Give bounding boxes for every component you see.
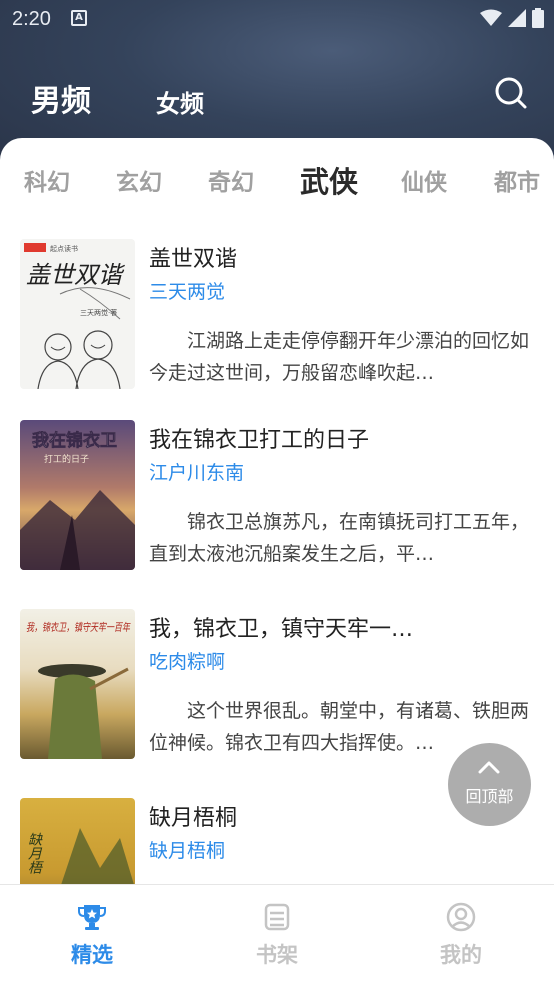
cover-subtitle: 打工的日子: [44, 453, 89, 465]
cover-title-text: 盖世双谐: [26, 261, 126, 289]
book-cover: 我在锦衣卫 打工的日子: [20, 420, 135, 570]
nav-featured-label: 精选: [71, 942, 113, 967]
nav-featured[interactable]: 精选: [32, 885, 152, 984]
book-item[interactable]: 我，锦衣卫，镇守天牢一百年 我，锦衣卫，镇守天牢一… 吃肉粽啊 这个世界很乱。朝…: [20, 609, 540, 761]
book-cover: 我，锦衣卫，镇守天牢一百年: [20, 609, 135, 759]
bookshelf-icon: [264, 903, 290, 931]
channel-tabs: 男频 女频: [0, 74, 554, 124]
genre-tab-urban[interactable]: 都市: [494, 163, 540, 197]
book-title: 我在锦衣卫打工的日子: [149, 428, 370, 453]
battery-icon: [532, 8, 544, 28]
genre-tab-xianxia[interactable]: 仙侠: [401, 163, 447, 197]
status-time: 2:20: [12, 8, 51, 30]
app-screen: 2:20 A 男频 女频 科幻 玄幻 奇幻 武侠 仙侠 都市 起点读书 盖世双谐…: [0, 0, 554, 984]
book-description: 锦衣卫总旗苏凡，在南镇抚司打工五年，直到太液池沉船案发生之后，平…: [149, 511, 530, 565]
book-author[interactable]: 缺月梧桐: [149, 836, 225, 863]
cover-illustration: 起点读书 盖世双谐 三天两觉·著: [24, 243, 131, 389]
search-icon: [495, 77, 527, 109]
cover-illustration: 我在锦衣卫 打工的日子: [20, 430, 135, 570]
tab-male[interactable]: 男频: [31, 76, 91, 120]
search-button[interactable]: [494, 76, 528, 110]
book-author[interactable]: 江户川东南: [149, 458, 244, 485]
back-to-top-button[interactable]: 回顶部: [448, 743, 531, 826]
status-icons: [480, 8, 544, 28]
book-description: 江湖路上走走停停翻开年少漂泊的回忆如今走过这世间，万般留恋峰吹起…: [149, 330, 530, 384]
back-to-top-label: 回顶部: [465, 787, 514, 806]
cover-subtitle: 三天两觉·著: [80, 308, 117, 317]
genre-tab-fantasy[interactable]: 奇幻: [208, 163, 254, 197]
book-cover: 起点读书 盖世双谐 三天两觉·著: [20, 239, 135, 389]
signal-icon: [508, 9, 526, 27]
genre-tab-wuxia[interactable]: 武侠: [300, 159, 358, 201]
app-notification-icon: A: [71, 10, 87, 26]
cover-title-text: 我，锦衣卫，镇守天牢一百年: [26, 621, 131, 634]
nav-bookshelf-label: 书架: [256, 942, 298, 967]
cover-title-text: 缺月梧: [26, 832, 42, 874]
cover-illustration: 我，锦衣卫，镇守天牢一百年: [26, 621, 131, 759]
book-author[interactable]: 三天两觉: [149, 277, 225, 304]
nav-profile-label: 我的: [440, 942, 482, 967]
book-item[interactable]: 我在锦衣卫 打工的日子 我在锦衣卫打工的日子 江户川东南 锦衣卫总旗苏凡，在南镇…: [20, 420, 540, 572]
genre-tab-scifi[interactable]: 科幻: [24, 163, 70, 197]
nav-bookshelf[interactable]: 书架: [217, 885, 337, 984]
trophy-icon: [78, 905, 106, 930]
cover-badge: 起点读书: [50, 244, 78, 253]
book-item[interactable]: 起点读书 盖世双谐 三天两觉·著 盖世双谐 三天两觉 江湖路上走走停停翻开年少漂…: [20, 239, 540, 391]
book-author[interactable]: 吃肉粽啊: [149, 647, 225, 674]
bottom-nav: 精选 书架 我的: [0, 884, 554, 984]
status-bar: 2:20 A: [0, 0, 554, 36]
genre-tabs: 科幻 玄幻 奇幻 武侠 仙侠 都市: [0, 138, 554, 214]
genre-tab-xuanhuan[interactable]: 玄幻: [116, 163, 162, 197]
chevron-up-icon: [478, 761, 500, 774]
cover-title-text: 我在锦衣卫: [32, 430, 117, 451]
user-icon: [446, 902, 476, 932]
tab-female[interactable]: 女频: [156, 84, 204, 119]
wifi-icon: [480, 9, 502, 26]
nav-profile[interactable]: 我的: [401, 885, 521, 984]
book-title: 我，锦衣卫，镇守天牢一…: [149, 617, 414, 642]
book-title: 盖世双谐: [149, 247, 238, 272]
